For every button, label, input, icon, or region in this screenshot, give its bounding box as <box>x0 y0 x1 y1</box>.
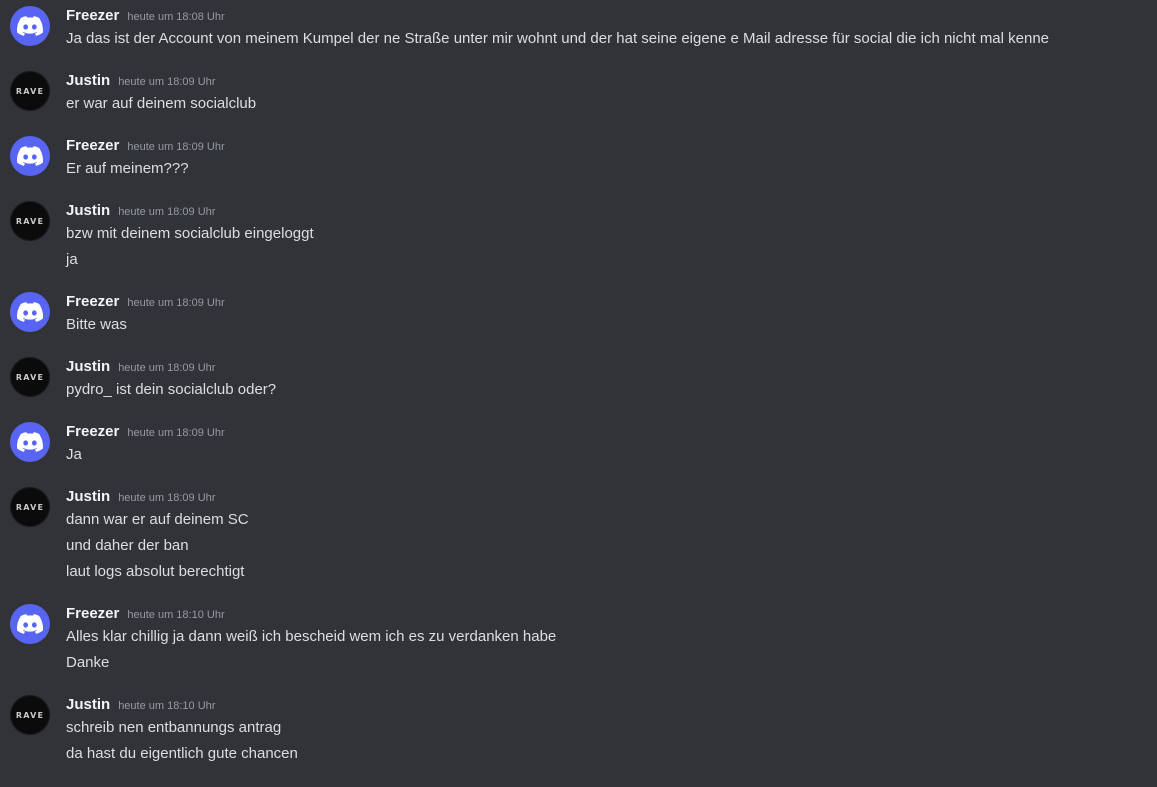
message-text: Bitte was <box>66 316 127 333</box>
message-text: laut logs absolut berechtigt <box>66 563 245 580</box>
avatar[interactable]: RAVE <box>10 71 50 111</box>
timestamp: heute um 18:09 Uhr <box>127 427 225 439</box>
message-text: Alles klar chillig ja dann weiß ich besc… <box>66 628 557 645</box>
message-header: Justin heute um 18:09 Uhr <box>66 71 215 91</box>
avatar[interactable]: RAVE <box>10 695 50 735</box>
message-text: ja <box>66 251 78 268</box>
message-header: Justin heute um 18:09 Uhr <box>66 487 215 507</box>
discord-logo-icon <box>17 16 43 36</box>
timestamp: heute um 18:09 Uhr <box>118 206 216 218</box>
avatar[interactable] <box>10 6 50 46</box>
username[interactable]: Freezer <box>66 604 119 624</box>
message-text: dann war er auf deinem SC <box>66 511 249 528</box>
message-header: Freezer heute um 18:10 Uhr <box>66 604 225 624</box>
rave-avatar-logo: RAVE <box>15 86 45 96</box>
message-text: er war auf deinem socialclub <box>66 95 257 112</box>
timestamp: heute um 18:09 Uhr <box>118 76 216 88</box>
message-text: Ja das ist der Account von meinem Kumpel… <box>66 30 1050 47</box>
avatar[interactable]: RAVE <box>10 201 50 241</box>
message-header: Freezer heute um 18:09 Uhr <box>66 292 225 312</box>
timestamp: heute um 18:10 Uhr <box>118 700 216 712</box>
discord-logo-icon <box>17 302 43 322</box>
discord-logo-icon <box>17 432 43 452</box>
username[interactable]: Freezer <box>66 136 119 156</box>
message-header: Freezer heute um 18:09 Uhr <box>66 422 225 442</box>
timestamp: heute um 18:09 Uhr <box>118 362 216 374</box>
username[interactable]: Freezer <box>66 422 119 442</box>
message-header: Justin heute um 18:10 Uhr <box>66 695 215 715</box>
rave-avatar-logo: RAVE <box>15 216 45 226</box>
username[interactable]: Justin <box>66 487 110 507</box>
avatar[interactable] <box>10 604 50 644</box>
avatar[interactable] <box>10 292 50 332</box>
timestamp: heute um 18:09 Uhr <box>118 492 216 504</box>
discord-logo-icon <box>17 146 43 166</box>
message-text: da hast du eigentlich gute chancen <box>66 745 298 762</box>
message-text: bzw mit deinem socialclub eingeloggt <box>66 225 314 242</box>
discord-logo-icon <box>17 614 43 634</box>
message-header: Justin heute um 18:09 Uhr <box>66 357 215 377</box>
username[interactable]: Freezer <box>66 6 119 26</box>
avatar[interactable] <box>10 422 50 462</box>
message-text: Ja <box>66 446 82 463</box>
message-text: Er auf meinem??? <box>66 160 189 177</box>
rave-avatar-logo: RAVE <box>15 710 45 720</box>
message-text: Danke <box>66 654 110 671</box>
message-header: Freezer heute um 18:09 Uhr <box>66 136 225 156</box>
avatar[interactable]: RAVE <box>10 357 50 397</box>
timestamp: heute um 18:10 Uhr <box>127 609 225 621</box>
avatar[interactable]: RAVE <box>10 487 50 527</box>
username[interactable]: Justin <box>66 71 110 91</box>
timestamp: heute um 18:08 Uhr <box>127 11 225 23</box>
username[interactable]: Justin <box>66 201 110 221</box>
rave-avatar-logo: RAVE <box>15 372 45 382</box>
message-header: Freezer heute um 18:08 Uhr <box>66 6 225 26</box>
message-header: Justin heute um 18:09 Uhr <box>66 201 215 221</box>
username[interactable]: Justin <box>66 357 110 377</box>
message-text: und daher der ban <box>66 537 189 554</box>
timestamp: heute um 18:09 Uhr <box>127 141 225 153</box>
message-text: schreib nen entbannungs antrag <box>66 719 282 736</box>
message-text: pydro_ ist dein socialclub oder? <box>66 381 277 398</box>
timestamp: heute um 18:09 Uhr <box>127 297 225 309</box>
username[interactable]: Freezer <box>66 292 119 312</box>
username[interactable]: Justin <box>66 695 110 715</box>
chat-messages-list[interactable]: Freezer heute um 18:08 Uhr Ja das ist de… <box>0 0 1157 787</box>
rave-avatar-logo: RAVE <box>15 502 45 512</box>
avatar[interactable] <box>10 136 50 176</box>
